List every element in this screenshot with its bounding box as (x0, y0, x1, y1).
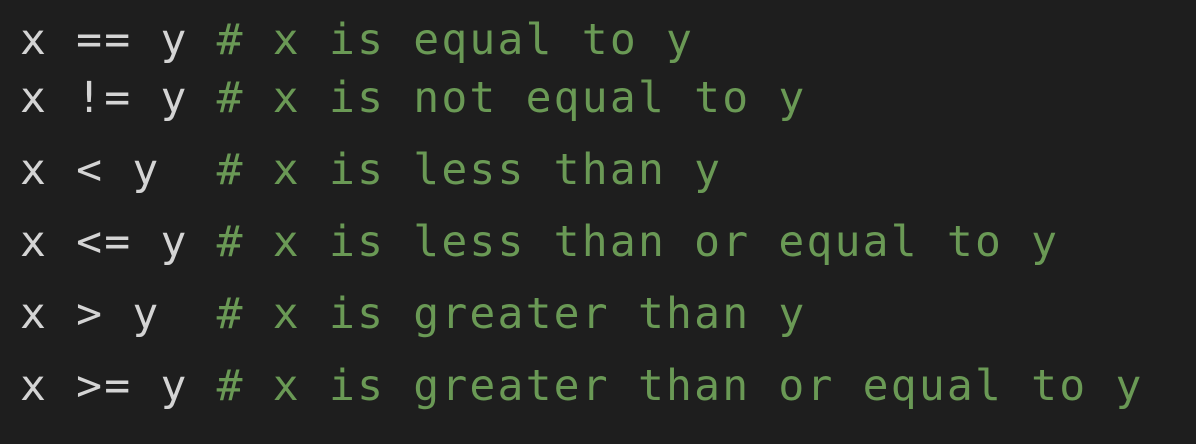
code-line-equal: x == y # x is equal to y (20, 14, 1196, 72)
code-expression: x >= y (20, 361, 217, 411)
code-line-less-than: x < y # x is less than y (20, 144, 1196, 216)
code-expression: x > y (20, 289, 217, 339)
code-line-less-equal: x <= y # x is less than or equal to y (20, 216, 1196, 288)
code-line-greater-than: x > y # x is greater than y (20, 288, 1196, 360)
code-comment: # x is greater than or equal to y (216, 361, 1144, 411)
code-comment: # x is greater than y (216, 289, 807, 339)
code-expression: x != y (20, 73, 217, 123)
code-expression: x == y (20, 15, 217, 65)
code-line-not-equal: x != y # x is not equal to y (20, 72, 1196, 144)
code-line-greater-equal: x >= y # x is greater than or equal to y (20, 360, 1196, 432)
code-comment: # x is equal to y (216, 15, 695, 65)
code-comment: # x is not equal to y (216, 73, 807, 123)
code-expression: x <= y (20, 217, 217, 267)
code-comment: # x is less than y (216, 145, 723, 195)
code-expression: x < y (20, 145, 217, 195)
code-comment: # x is less than or equal to y (216, 217, 1060, 267)
code-editor[interactable]: x == y # x is equal to y x != y # x is n… (0, 0, 1196, 444)
